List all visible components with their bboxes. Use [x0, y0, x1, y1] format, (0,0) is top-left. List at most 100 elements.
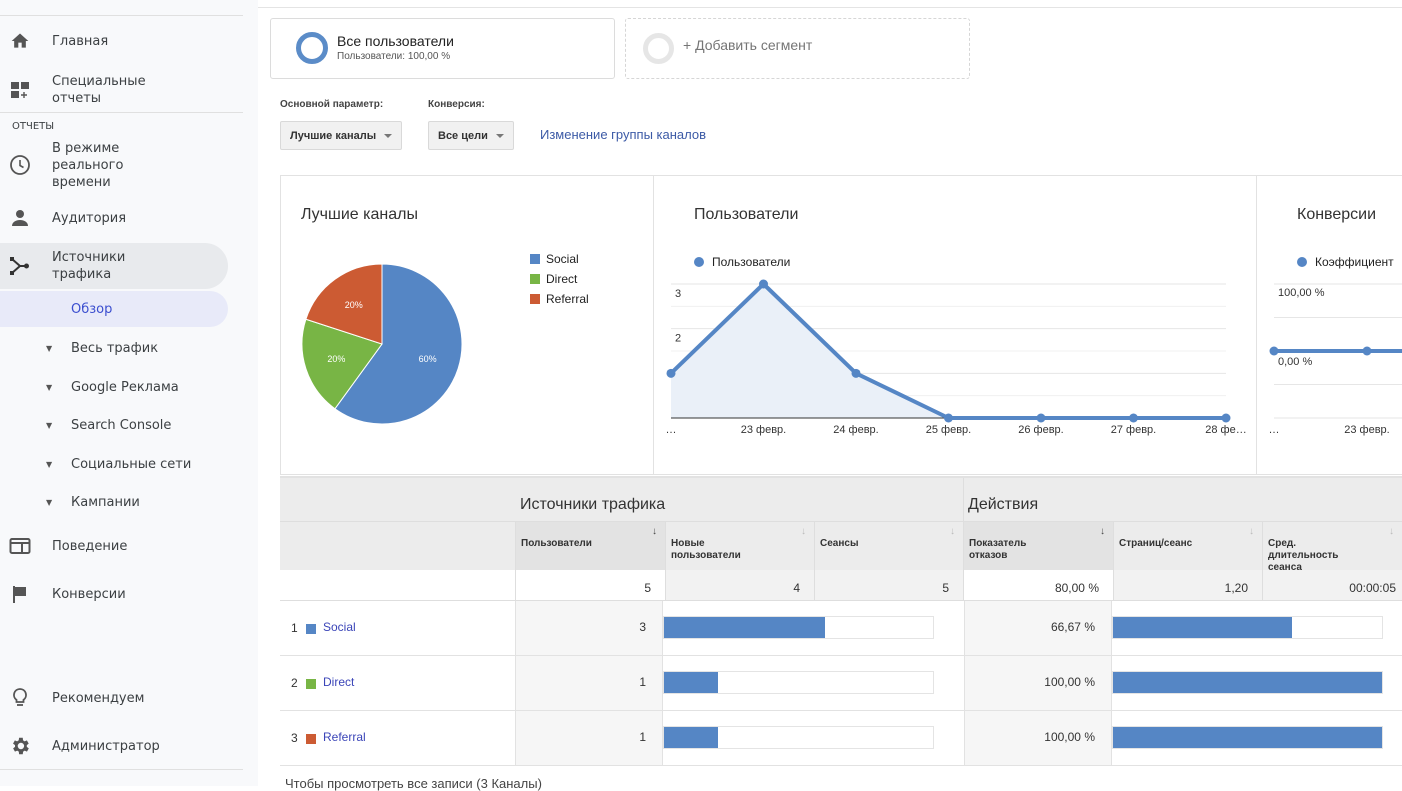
- legend-swatch: [530, 294, 540, 304]
- caret-down-icon: ▼: [46, 343, 53, 353]
- nav-label: Обзор: [71, 301, 113, 317]
- nav-audience[interactable]: Аудитория: [0, 204, 228, 232]
- conversion-dropdown[interactable]: Все цели: [428, 121, 514, 150]
- change-channel-group-link[interactable]: Изменение группы каналов: [540, 127, 706, 142]
- nav-realtime[interactable]: В режиме реального времени: [0, 138, 228, 192]
- add-segment-button[interactable]: + Добавить сегмент: [625, 18, 970, 79]
- channel-swatch: [306, 624, 316, 634]
- nav-all-traffic[interactable]: ▼ Весь трафик: [0, 336, 228, 360]
- nav-label: Google Реклама: [71, 379, 179, 395]
- caret-down-icon: ▼: [46, 459, 53, 469]
- users-bar-fill: [664, 672, 718, 693]
- data-point: [944, 413, 953, 423]
- users-line-chart: 123…23 февр.24 февр.25 февр.26 февр.27 ф…: [666, 279, 1247, 436]
- column-header-pages-per-session[interactable]: Страниц/сеанс ↓: [1113, 522, 1262, 570]
- bounce-bar-fill: [1113, 672, 1382, 693]
- lightbulb-icon: [9, 687, 31, 709]
- x-tick-label: 26 февр.: [1018, 424, 1063, 436]
- column-header-bounce-rate[interactable]: Показатель отказов ↓: [963, 522, 1113, 570]
- pie-slice-label: 60%: [419, 354, 437, 364]
- x-tick-label: 23 февр.: [741, 424, 786, 436]
- divider: [258, 7, 1402, 8]
- users-cell: 1: [515, 711, 663, 765]
- channel-link[interactable]: Referral: [323, 730, 366, 744]
- pie-slice-label: 20%: [327, 354, 345, 364]
- legend-dot: [1297, 257, 1307, 267]
- conversions-chart-title: Конверсии: [1297, 206, 1377, 223]
- nav-recommended[interactable]: Рекомендуем: [0, 684, 228, 712]
- users-cell: 1: [515, 656, 663, 710]
- primary-dimension-dropdown[interactable]: Лучшие каналы: [280, 121, 402, 150]
- data-point: [851, 368, 861, 378]
- y-tick-label: 0,00 %: [1278, 356, 1312, 368]
- nav-label: Специальные отчеты: [52, 74, 146, 106]
- acquisition-icon: [9, 255, 31, 277]
- chevron-down-icon: [496, 134, 504, 138]
- nav-social[interactable]: ▼ Социальные сети: [0, 452, 228, 476]
- channel-link[interactable]: Direct: [323, 675, 354, 689]
- group-title-behavior: Действия: [968, 496, 1039, 513]
- bounce-cell: 100,00 %: [964, 711, 1112, 765]
- row-rank: 1: [291, 621, 298, 635]
- legend-label: Пользователи: [712, 255, 791, 269]
- nav-home[interactable]: Главная: [0, 24, 228, 58]
- nav-label: Социальные сети: [71, 456, 192, 472]
- x-tick-label: 27 февр.: [1111, 424, 1156, 436]
- channel-link[interactable]: Social: [323, 620, 356, 634]
- behavior-icon: [9, 535, 31, 557]
- sidebar: Главная Специальные отчеты ОТЧЕТЫ В режи…: [0, 0, 243, 786]
- column-header-avg-session-duration[interactable]: Сред. длительность сеанса ↓: [1262, 522, 1402, 573]
- nav-behavior[interactable]: Поведение: [0, 532, 228, 560]
- users-bar: [663, 726, 934, 749]
- segment-all-users[interactable]: Все пользователи Пользователи: 100,00 %: [270, 18, 615, 79]
- bounce-bar-fill: [1113, 727, 1382, 748]
- column-header-sessions[interactable]: Сеансы ↓: [814, 522, 963, 570]
- custom-reports-icon: [9, 79, 31, 101]
- nav-label: Конверсии: [52, 586, 126, 602]
- data-point: [1129, 413, 1138, 423]
- users-value: 1: [639, 675, 646, 689]
- table-footnote: Чтобы просмотреть все записи (3 Каналы): [285, 776, 542, 791]
- nav-acquisition[interactable]: Источники трафика: [0, 243, 228, 289]
- data-point: [759, 279, 768, 289]
- x-tick-label: 25 февр.: [926, 424, 971, 436]
- nav-label: Источники трафика: [52, 250, 126, 282]
- x-tick-label: …: [1269, 424, 1280, 436]
- data-point: [1221, 413, 1231, 423]
- nav-custom-reports[interactable]: Специальные отчеты: [0, 70, 228, 110]
- legend-swatch: [530, 254, 540, 264]
- chevron-down-icon: [384, 134, 392, 138]
- column-label: Новые пользователи: [671, 538, 741, 561]
- total-pages-per-session: 1,20: [1113, 570, 1262, 600]
- column-header-users[interactable]: Пользователи ↓: [515, 522, 665, 570]
- nav-label: Главная: [52, 33, 109, 49]
- users-bar-fill: [664, 727, 718, 748]
- bounce-bar: [1112, 671, 1383, 694]
- nav-label: Рекомендуем: [52, 690, 145, 706]
- add-segment-label: + Добавить сегмент: [683, 37, 813, 53]
- users-value: 3: [639, 620, 646, 634]
- users-chart-legend: Пользователи: [694, 255, 790, 269]
- bounce-bar: [1112, 726, 1383, 749]
- bounce-value: 66,67 %: [1050, 620, 1095, 634]
- divider: [653, 176, 654, 474]
- divider: [0, 112, 243, 113]
- column-header-new-users[interactable]: Новые пользователи ↓: [665, 522, 814, 570]
- legend-item-referral: Referral: [530, 292, 589, 306]
- bounce-cell: 100,00 %: [964, 656, 1112, 710]
- dropdown-value: Все цели: [438, 129, 488, 142]
- nav-google-ads[interactable]: ▼ Google Реклама: [0, 375, 228, 399]
- nav-admin[interactable]: Администратор: [0, 732, 228, 760]
- sort-arrow-icon: ↓: [652, 526, 657, 537]
- legend-label: Social: [546, 252, 579, 266]
- nav-label: Весь трафик: [71, 340, 159, 356]
- nav-overview[interactable]: Обзор: [0, 291, 228, 327]
- legend-item-social: Social: [530, 252, 579, 266]
- nav-conversions[interactable]: Конверсии: [0, 580, 228, 608]
- bounce-bar: [1112, 616, 1383, 639]
- bounce-cell: 66,67 %: [964, 601, 1112, 655]
- nav-campaigns[interactable]: ▼ Кампании: [0, 490, 228, 514]
- nav-search-console[interactable]: ▼ Search Console: [0, 413, 228, 437]
- total-bounce-rate: 80,00 %: [963, 570, 1113, 600]
- bounce-value: 100,00 %: [1044, 675, 1095, 689]
